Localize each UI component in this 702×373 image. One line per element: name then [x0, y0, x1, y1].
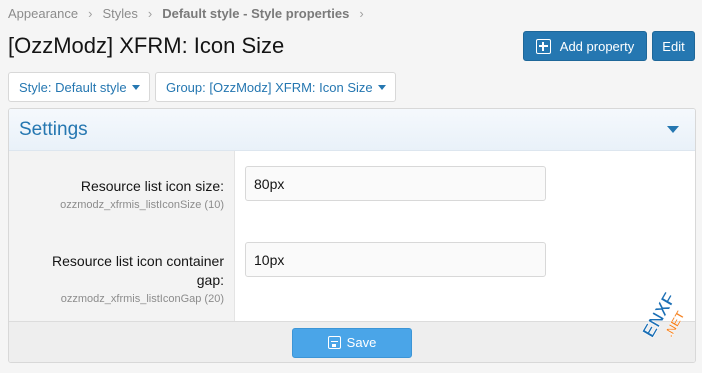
- edit-label: Edit: [662, 38, 685, 54]
- add-property-label: Add property: [559, 38, 635, 54]
- field-label: Resource list icon size:: [80, 178, 224, 194]
- field-hint: ozzmodz_xfrmis_listIconGap (20): [60, 293, 224, 305]
- group-filter-dropdown[interactable]: Group: [OzzModz] XFRM: Icon Size: [155, 72, 396, 102]
- breadcrumb-separator: ›: [147, 6, 153, 21]
- style-filter-label: Style: Default style: [19, 79, 127, 95]
- edit-button[interactable]: Edit: [652, 31, 695, 61]
- save-label: Save: [346, 335, 377, 350]
- caret-down-icon: [131, 84, 140, 90]
- caret-down-icon: [377, 84, 386, 90]
- settings-panel: Settings Resource list icon size: ozzmod…: [8, 108, 696, 363]
- collapse-toggle-icon[interactable]: [667, 126, 679, 133]
- breadcrumb: Appearance › Styles › Default style - St…: [8, 6, 374, 21]
- group-filter-label: Group: [OzzModz] XFRM: Icon Size: [166, 79, 373, 95]
- style-filter-dropdown[interactable]: Style: Default style: [8, 72, 150, 102]
- breadcrumb-separator: ›: [359, 6, 364, 21]
- field-hint: ozzmodz_xfrmis_listIconSize (10): [60, 199, 224, 211]
- form-row: Resource list icon container gap: ozzmod…: [9, 226, 695, 321]
- form-row-input-cell: 80px: [235, 151, 695, 226]
- form-row: Resource list icon size: ozzmodz_xfrmis_…: [9, 151, 695, 226]
- icon-size-input[interactable]: 80px: [245, 166, 546, 201]
- breadcrumb-separator: ›: [88, 6, 93, 21]
- settings-panel-title: Settings: [19, 118, 88, 140]
- breadcrumb-appearance[interactable]: Appearance: [8, 6, 78, 21]
- icon-container-gap-input[interactable]: 10px: [245, 242, 546, 277]
- breadcrumb-style-properties[interactable]: Default style - Style properties: [162, 6, 349, 21]
- settings-panel-header[interactable]: Settings: [9, 109, 695, 151]
- plus-square-icon: [535, 38, 551, 54]
- save-button[interactable]: Save: [292, 327, 412, 358]
- form-footer: Save: [9, 321, 695, 362]
- breadcrumb-styles[interactable]: Styles: [102, 6, 137, 21]
- floppy-disk-icon: [327, 336, 341, 349]
- form-row-label-cell: Resource list icon size: ozzmodz_xfrmis_…: [9, 151, 235, 226]
- page-title: [OzzModz] XFRM: Icon Size: [8, 33, 285, 58]
- field-label: Resource list icon container gap:: [52, 253, 224, 288]
- form-row-label-cell: Resource list icon container gap: ozzmod…: [9, 226, 235, 321]
- enxf-watermark-logo: ENXF .NET: [638, 289, 688, 341]
- add-property-button[interactable]: Add property: [523, 31, 647, 61]
